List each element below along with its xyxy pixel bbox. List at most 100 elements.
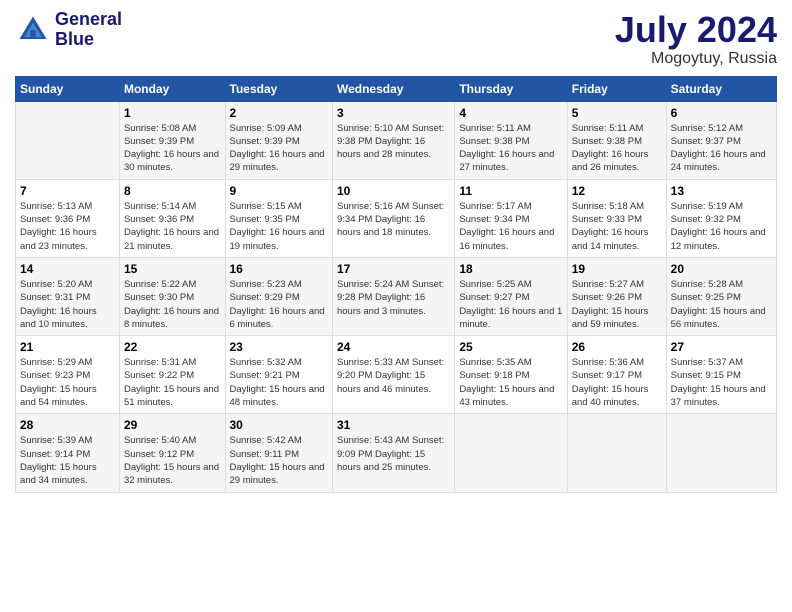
day-info: Sunrise: 5:18 AM Sunset: 9:33 PM Dayligh… bbox=[572, 200, 662, 253]
day-number: 13 bbox=[671, 184, 772, 198]
logo-icon bbox=[15, 12, 51, 48]
day-info: Sunrise: 5:27 AM Sunset: 9:26 PM Dayligh… bbox=[572, 278, 662, 331]
day-info: Sunrise: 5:15 AM Sunset: 9:35 PM Dayligh… bbox=[230, 200, 328, 253]
calendar-cell: 27 Sunrise: 5:37 AM Sunset: 9:15 PM Dayli… bbox=[666, 336, 776, 414]
day-info: Sunrise: 5:25 AM Sunset: 9:27 PM Dayligh… bbox=[459, 278, 562, 331]
day-info: Sunrise: 5:22 AM Sunset: 9:30 PM Dayligh… bbox=[124, 278, 221, 331]
calendar-cell: 12 Sunrise: 5:18 AM Sunset: 9:33 PM Dayli… bbox=[567, 179, 666, 257]
header-row: Sunday Monday Tuesday Wednesday Thursday… bbox=[16, 76, 777, 101]
calendar-cell: 17Sunrise: 5:24 AM Sunset: 9:28 PM Dayli… bbox=[332, 257, 454, 335]
day-number: 18 bbox=[459, 262, 562, 276]
calendar-cell: 24Sunrise: 5:33 AM Sunset: 9:20 PM Dayli… bbox=[332, 336, 454, 414]
day-info: Sunrise: 5:39 AM Sunset: 9:14 PM Dayligh… bbox=[20, 434, 115, 487]
col-wednesday: Wednesday bbox=[332, 76, 454, 101]
calendar-cell: 19 Sunrise: 5:27 AM Sunset: 9:26 PM Dayli… bbox=[567, 257, 666, 335]
location: Mogoytuy, Russia bbox=[615, 50, 777, 68]
page-container: General Blue July 2024 Mogoytuy, Russia … bbox=[0, 0, 792, 612]
calendar-cell: 31 Sunrise: 5:43 AM Sunset: 9:09 PM Dayli… bbox=[332, 414, 454, 492]
calendar-cell: 5 Sunrise: 5:11 AM Sunset: 9:38 PM Daylig… bbox=[567, 101, 666, 179]
day-number: 26 bbox=[572, 340, 662, 354]
day-number: 2 bbox=[230, 106, 328, 120]
day-number: 9 bbox=[230, 184, 328, 198]
day-number: 4 bbox=[459, 106, 562, 120]
day-number: 20 bbox=[671, 262, 772, 276]
day-info: Sunrise: 5:11 AM Sunset: 9:38 PM Dayligh… bbox=[459, 122, 562, 175]
day-info: Sunrise: 5:32 AM Sunset: 9:21 PM Dayligh… bbox=[230, 356, 328, 409]
calendar-cell bbox=[567, 414, 666, 492]
day-info: Sunrise: 5:20 AM Sunset: 9:31 PM Dayligh… bbox=[20, 278, 115, 331]
day-info: Sunrise: 5:08 AM Sunset: 9:39 PM Dayligh… bbox=[124, 122, 221, 175]
day-number: 15 bbox=[124, 262, 221, 276]
day-info: Sunrise: 5:14 AM Sunset: 9:36 PM Dayligh… bbox=[124, 200, 221, 253]
day-number: 10 bbox=[337, 184, 450, 198]
month-year: July 2024 bbox=[615, 10, 777, 50]
calendar-cell: 8Sunrise: 5:14 AM Sunset: 9:36 PM Daylig… bbox=[119, 179, 225, 257]
day-number: 27 bbox=[671, 340, 772, 354]
day-number: 14 bbox=[20, 262, 115, 276]
calendar-cell bbox=[16, 101, 120, 179]
calendar-cell: 21 Sunrise: 5:29 AM Sunset: 9:23 PM Dayli… bbox=[16, 336, 120, 414]
calendar-cell: 29Sunrise: 5:40 AM Sunset: 9:12 PM Dayli… bbox=[119, 414, 225, 492]
calendar-table: Sunday Monday Tuesday Wednesday Thursday… bbox=[15, 76, 777, 493]
calendar-cell: 13 Sunrise: 5:19 AM Sunset: 9:32 PM Dayli… bbox=[666, 179, 776, 257]
calendar-cell: 3 Sunrise: 5:10 AM Sunset: 9:38 PM Daylig… bbox=[332, 101, 454, 179]
day-info: Sunrise: 5:19 AM Sunset: 9:32 PM Dayligh… bbox=[671, 200, 772, 253]
calendar-cell: 16 Sunrise: 5:23 AM Sunset: 9:29 PM Dayli… bbox=[225, 257, 332, 335]
day-info: Sunrise: 5:23 AM Sunset: 9:29 PM Dayligh… bbox=[230, 278, 328, 331]
page-header: General Blue July 2024 Mogoytuy, Russia bbox=[15, 10, 777, 68]
week-row-1: 1 Sunrise: 5:08 AM Sunset: 9:39 PM Daylig… bbox=[16, 101, 777, 179]
day-info: Sunrise: 5:31 AM Sunset: 9:22 PM Dayligh… bbox=[124, 356, 221, 409]
day-number: 3 bbox=[337, 106, 450, 120]
day-info: Sunrise: 5:13 AM Sunset: 9:36 PM Dayligh… bbox=[20, 200, 115, 253]
day-number: 25 bbox=[459, 340, 562, 354]
day-info: Sunrise: 5:12 AM Sunset: 9:37 PM Dayligh… bbox=[671, 122, 772, 175]
day-number: 12 bbox=[572, 184, 662, 198]
calendar-cell: 25Sunrise: 5:35 AM Sunset: 9:18 PM Dayli… bbox=[455, 336, 567, 414]
col-thursday: Thursday bbox=[455, 76, 567, 101]
day-info: Sunrise: 5:10 AM Sunset: 9:38 PM Dayligh… bbox=[337, 122, 450, 162]
calendar-cell: 11Sunrise: 5:17 AM Sunset: 9:34 PM Dayli… bbox=[455, 179, 567, 257]
day-info: Sunrise: 5:43 AM Sunset: 9:09 PM Dayligh… bbox=[337, 434, 450, 474]
week-row-2: 7 Sunrise: 5:13 AM Sunset: 9:36 PM Daylig… bbox=[16, 179, 777, 257]
calendar-cell: 26Sunrise: 5:36 AM Sunset: 9:17 PM Dayli… bbox=[567, 336, 666, 414]
col-sunday: Sunday bbox=[16, 76, 120, 101]
calendar-cell: 22 Sunrise: 5:31 AM Sunset: 9:22 PM Dayli… bbox=[119, 336, 225, 414]
day-number: 16 bbox=[230, 262, 328, 276]
calendar-cell: 6 Sunrise: 5:12 AM Sunset: 9:37 PM Daylig… bbox=[666, 101, 776, 179]
col-saturday: Saturday bbox=[666, 76, 776, 101]
calendar-body: 1 Sunrise: 5:08 AM Sunset: 9:39 PM Daylig… bbox=[16, 101, 777, 492]
day-number: 7 bbox=[20, 184, 115, 198]
day-info: Sunrise: 5:28 AM Sunset: 9:25 PM Dayligh… bbox=[671, 278, 772, 331]
day-info: Sunrise: 5:17 AM Sunset: 9:34 PM Dayligh… bbox=[459, 200, 562, 253]
day-info: Sunrise: 5:42 AM Sunset: 9:11 PM Dayligh… bbox=[230, 434, 328, 487]
col-friday: Friday bbox=[567, 76, 666, 101]
day-number: 1 bbox=[124, 106, 221, 120]
day-info: Sunrise: 5:29 AM Sunset: 9:23 PM Dayligh… bbox=[20, 356, 115, 409]
title-block: July 2024 Mogoytuy, Russia bbox=[615, 10, 777, 68]
day-number: 30 bbox=[230, 418, 328, 432]
calendar-cell: 28 Sunrise: 5:39 AM Sunset: 9:14 PM Dayli… bbox=[16, 414, 120, 492]
day-number: 21 bbox=[20, 340, 115, 354]
day-number: 23 bbox=[230, 340, 328, 354]
day-info: Sunrise: 5:09 AM Sunset: 9:39 PM Dayligh… bbox=[230, 122, 328, 175]
calendar-cell: 7 Sunrise: 5:13 AM Sunset: 9:36 PM Daylig… bbox=[16, 179, 120, 257]
day-number: 6 bbox=[671, 106, 772, 120]
day-number: 31 bbox=[337, 418, 450, 432]
day-number: 19 bbox=[572, 262, 662, 276]
calendar-cell: 2 Sunrise: 5:09 AM Sunset: 9:39 PM Daylig… bbox=[225, 101, 332, 179]
calendar-cell: 18 Sunrise: 5:25 AM Sunset: 9:27 PM Dayli… bbox=[455, 257, 567, 335]
calendar-cell: 9 Sunrise: 5:15 AM Sunset: 9:35 PM Daylig… bbox=[225, 179, 332, 257]
calendar-cell bbox=[666, 414, 776, 492]
col-tuesday: Tuesday bbox=[225, 76, 332, 101]
calendar-cell bbox=[455, 414, 567, 492]
day-info: Sunrise: 5:37 AM Sunset: 9:15 PM Dayligh… bbox=[671, 356, 772, 409]
day-number: 17 bbox=[337, 262, 450, 276]
calendar-cell: 30 Sunrise: 5:42 AM Sunset: 9:11 PM Dayli… bbox=[225, 414, 332, 492]
day-number: 5 bbox=[572, 106, 662, 120]
day-number: 28 bbox=[20, 418, 115, 432]
week-row-5: 28 Sunrise: 5:39 AM Sunset: 9:14 PM Dayli… bbox=[16, 414, 777, 492]
col-monday: Monday bbox=[119, 76, 225, 101]
calendar-cell: 15 Sunrise: 5:22 AM Sunset: 9:30 PM Dayli… bbox=[119, 257, 225, 335]
day-number: 22 bbox=[124, 340, 221, 354]
day-info: Sunrise: 5:11 AM Sunset: 9:38 PM Dayligh… bbox=[572, 122, 662, 175]
